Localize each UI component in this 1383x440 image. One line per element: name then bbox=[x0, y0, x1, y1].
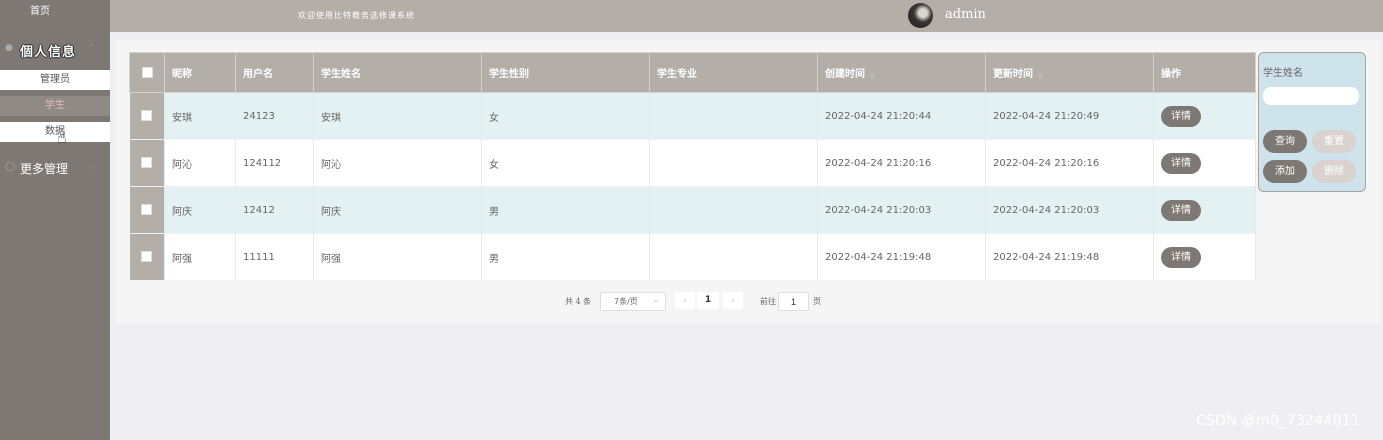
page-size-select[interactable]: 7条/页 ⌄ bbox=[600, 292, 666, 311]
cell-gender: 女 bbox=[481, 92, 650, 140]
chat-bubble-icon: ◯ bbox=[5, 162, 16, 172]
sidebar-item-home[interactable]: 首页 bbox=[0, 2, 80, 17]
cell-major bbox=[649, 139, 818, 187]
sidebar-group-more[interactable]: ◯ 更多管理 ⌄ bbox=[0, 158, 110, 178]
table-row: 安琪 24123 安琪 女 2022-04-24 21:20:44 2022-0… bbox=[129, 92, 1256, 140]
sort-icon[interactable]: ◇ bbox=[1037, 71, 1042, 79]
cell-name: 阿强 bbox=[313, 233, 482, 280]
cell-updated: 2022-04-24 21:19:48 bbox=[985, 233, 1154, 280]
top-bar: 欢迎使用比特教务选修课系统 admin bbox=[110, 0, 1383, 32]
chevron-down-icon: ⌄ bbox=[653, 296, 659, 304]
table-row: 阿庆 12412 阿庆 男 2022-04-24 21:20:03 2022-0… bbox=[129, 186, 1256, 234]
cell-created: 2022-04-24 21:20:03 bbox=[817, 186, 986, 234]
detail-button[interactable]: 详情 bbox=[1161, 246, 1201, 268]
cell-nickname: 阿沁 bbox=[164, 139, 236, 187]
cell-created: 2022-04-24 21:20:44 bbox=[817, 92, 986, 140]
detail-button[interactable]: 详情 bbox=[1161, 152, 1201, 174]
sidebar-item-student[interactable]: 学生 bbox=[0, 96, 110, 116]
cell-name: 阿沁 bbox=[313, 139, 482, 187]
chevron-down-icon: ⌄ bbox=[88, 162, 95, 171]
cell-updated: 2022-04-24 21:20:03 bbox=[985, 186, 1154, 234]
cell-name: 阿庆 bbox=[313, 186, 482, 234]
student-name-input[interactable] bbox=[1263, 87, 1359, 105]
table-row: 阿强 11111 阿强 男 2022-04-24 21:19:48 2022-0… bbox=[129, 233, 1256, 280]
cell-updated: 2022-04-24 21:20:16 bbox=[985, 139, 1154, 187]
table-row: 阿沁 124112 阿沁 女 2022-04-24 21:20:16 2022-… bbox=[129, 139, 1256, 187]
sidebar-item-data[interactable]: 数据 bbox=[0, 122, 110, 142]
add-button[interactable]: 添加 bbox=[1263, 160, 1307, 183]
cell-nickname: 阿强 bbox=[164, 233, 236, 280]
column-header-major: 学生专业 bbox=[649, 52, 818, 93]
cell-major bbox=[649, 186, 818, 234]
user-icon: ● bbox=[5, 43, 13, 53]
search-panel: 学生姓名 查询 重置 添加 删除 bbox=[1258, 52, 1366, 192]
reset-button[interactable]: 重置 bbox=[1312, 130, 1356, 153]
cell-username: 12412 bbox=[235, 186, 314, 234]
sidebar-group-personal[interactable]: ● 個人信息 ⌃ bbox=[0, 39, 110, 60]
sidebar-group-label: 更多管理 bbox=[20, 162, 69, 176]
column-header-gender: 学生性别 bbox=[481, 52, 650, 93]
pagination-total: 共 4 条 bbox=[565, 297, 592, 306]
sidebar: 首页 ● 個人信息 ⌃ 管理员 学生 数据 ◯ 更多管理 ⌄ ☝ bbox=[0, 0, 110, 440]
column-header-updated[interactable]: 更新时间 ◇ bbox=[985, 52, 1154, 93]
hand-pointer-icon: ☝ bbox=[57, 128, 67, 147]
cell-username: 11111 bbox=[235, 233, 314, 280]
page-jump-input[interactable] bbox=[778, 292, 809, 311]
column-header-label: 更新时间 bbox=[993, 69, 1033, 80]
watermark-text: CSDN @m0_73244011 bbox=[1196, 413, 1361, 429]
student-table: 昵称 用户名 学生姓名 学生性别 学生专业 创建时间 ◇ 更新时间 ◇ 操作 安琪 … bbox=[129, 52, 1256, 280]
column-header-actions: 操作 bbox=[1153, 52, 1256, 93]
cell-username: 24123 bbox=[235, 92, 314, 140]
sidebar-item-admin[interactable]: 管理员 bbox=[0, 70, 110, 90]
cell-major bbox=[649, 233, 818, 280]
detail-button[interactable]: 详情 bbox=[1161, 105, 1201, 127]
cell-nickname: 安琪 bbox=[164, 92, 236, 140]
row-checkbox[interactable] bbox=[141, 157, 153, 169]
cell-gender: 男 bbox=[481, 233, 650, 280]
row-checkbox[interactable] bbox=[141, 110, 153, 122]
next-page-button[interactable]: › bbox=[723, 292, 743, 309]
sort-icon[interactable]: ◇ bbox=[869, 71, 874, 79]
username-label[interactable]: admin bbox=[945, 7, 986, 22]
column-header-label: 创建时间 bbox=[825, 69, 865, 80]
query-button[interactable]: 查询 bbox=[1263, 130, 1307, 153]
row-checkbox[interactable] bbox=[141, 251, 153, 263]
chevron-right-icon: › bbox=[731, 296, 735, 305]
cell-gender: 女 bbox=[481, 139, 650, 187]
page-size-value: 7条/页 bbox=[614, 297, 638, 306]
chevron-left-icon: ‹ bbox=[683, 296, 687, 305]
table-header-row: 昵称 用户名 学生姓名 学生性别 学生专业 创建时间 ◇ 更新时间 ◇ 操作 bbox=[129, 52, 1256, 93]
column-header-nickname: 昵称 bbox=[164, 52, 236, 93]
detail-button[interactable]: 详情 bbox=[1161, 199, 1201, 221]
cell-username: 124112 bbox=[235, 139, 314, 187]
page-suffix-label: 页 bbox=[813, 297, 821, 306]
select-all-cell bbox=[129, 52, 165, 93]
delete-button[interactable]: 删除 bbox=[1312, 160, 1356, 183]
goto-label: 前往 bbox=[760, 297, 776, 306]
prev-page-button[interactable]: ‹ bbox=[675, 292, 695, 309]
column-header-username: 用户名 bbox=[235, 52, 314, 93]
cell-created: 2022-04-24 21:20:16 bbox=[817, 139, 986, 187]
select-all-checkbox[interactable] bbox=[141, 66, 153, 78]
welcome-text: 欢迎使用比特教务选修课系统 bbox=[298, 11, 415, 20]
search-label: 学生姓名 bbox=[1263, 68, 1303, 79]
row-checkbox[interactable] bbox=[141, 204, 153, 216]
chevron-up-icon: ⌃ bbox=[88, 43, 95, 52]
cell-updated: 2022-04-24 21:20:49 bbox=[985, 92, 1154, 140]
column-header-created[interactable]: 创建时间 ◇ bbox=[817, 52, 986, 93]
page-number-current[interactable]: 1 bbox=[697, 292, 719, 309]
cell-nickname: 阿庆 bbox=[164, 186, 236, 234]
cell-gender: 男 bbox=[481, 186, 650, 234]
cell-created: 2022-04-24 21:19:48 bbox=[817, 233, 986, 280]
cell-major bbox=[649, 92, 818, 140]
sidebar-group-label: 個人信息 bbox=[20, 45, 77, 60]
avatar[interactable] bbox=[908, 3, 933, 28]
cell-name: 安琪 bbox=[313, 92, 482, 140]
column-header-name: 学生姓名 bbox=[313, 52, 482, 93]
